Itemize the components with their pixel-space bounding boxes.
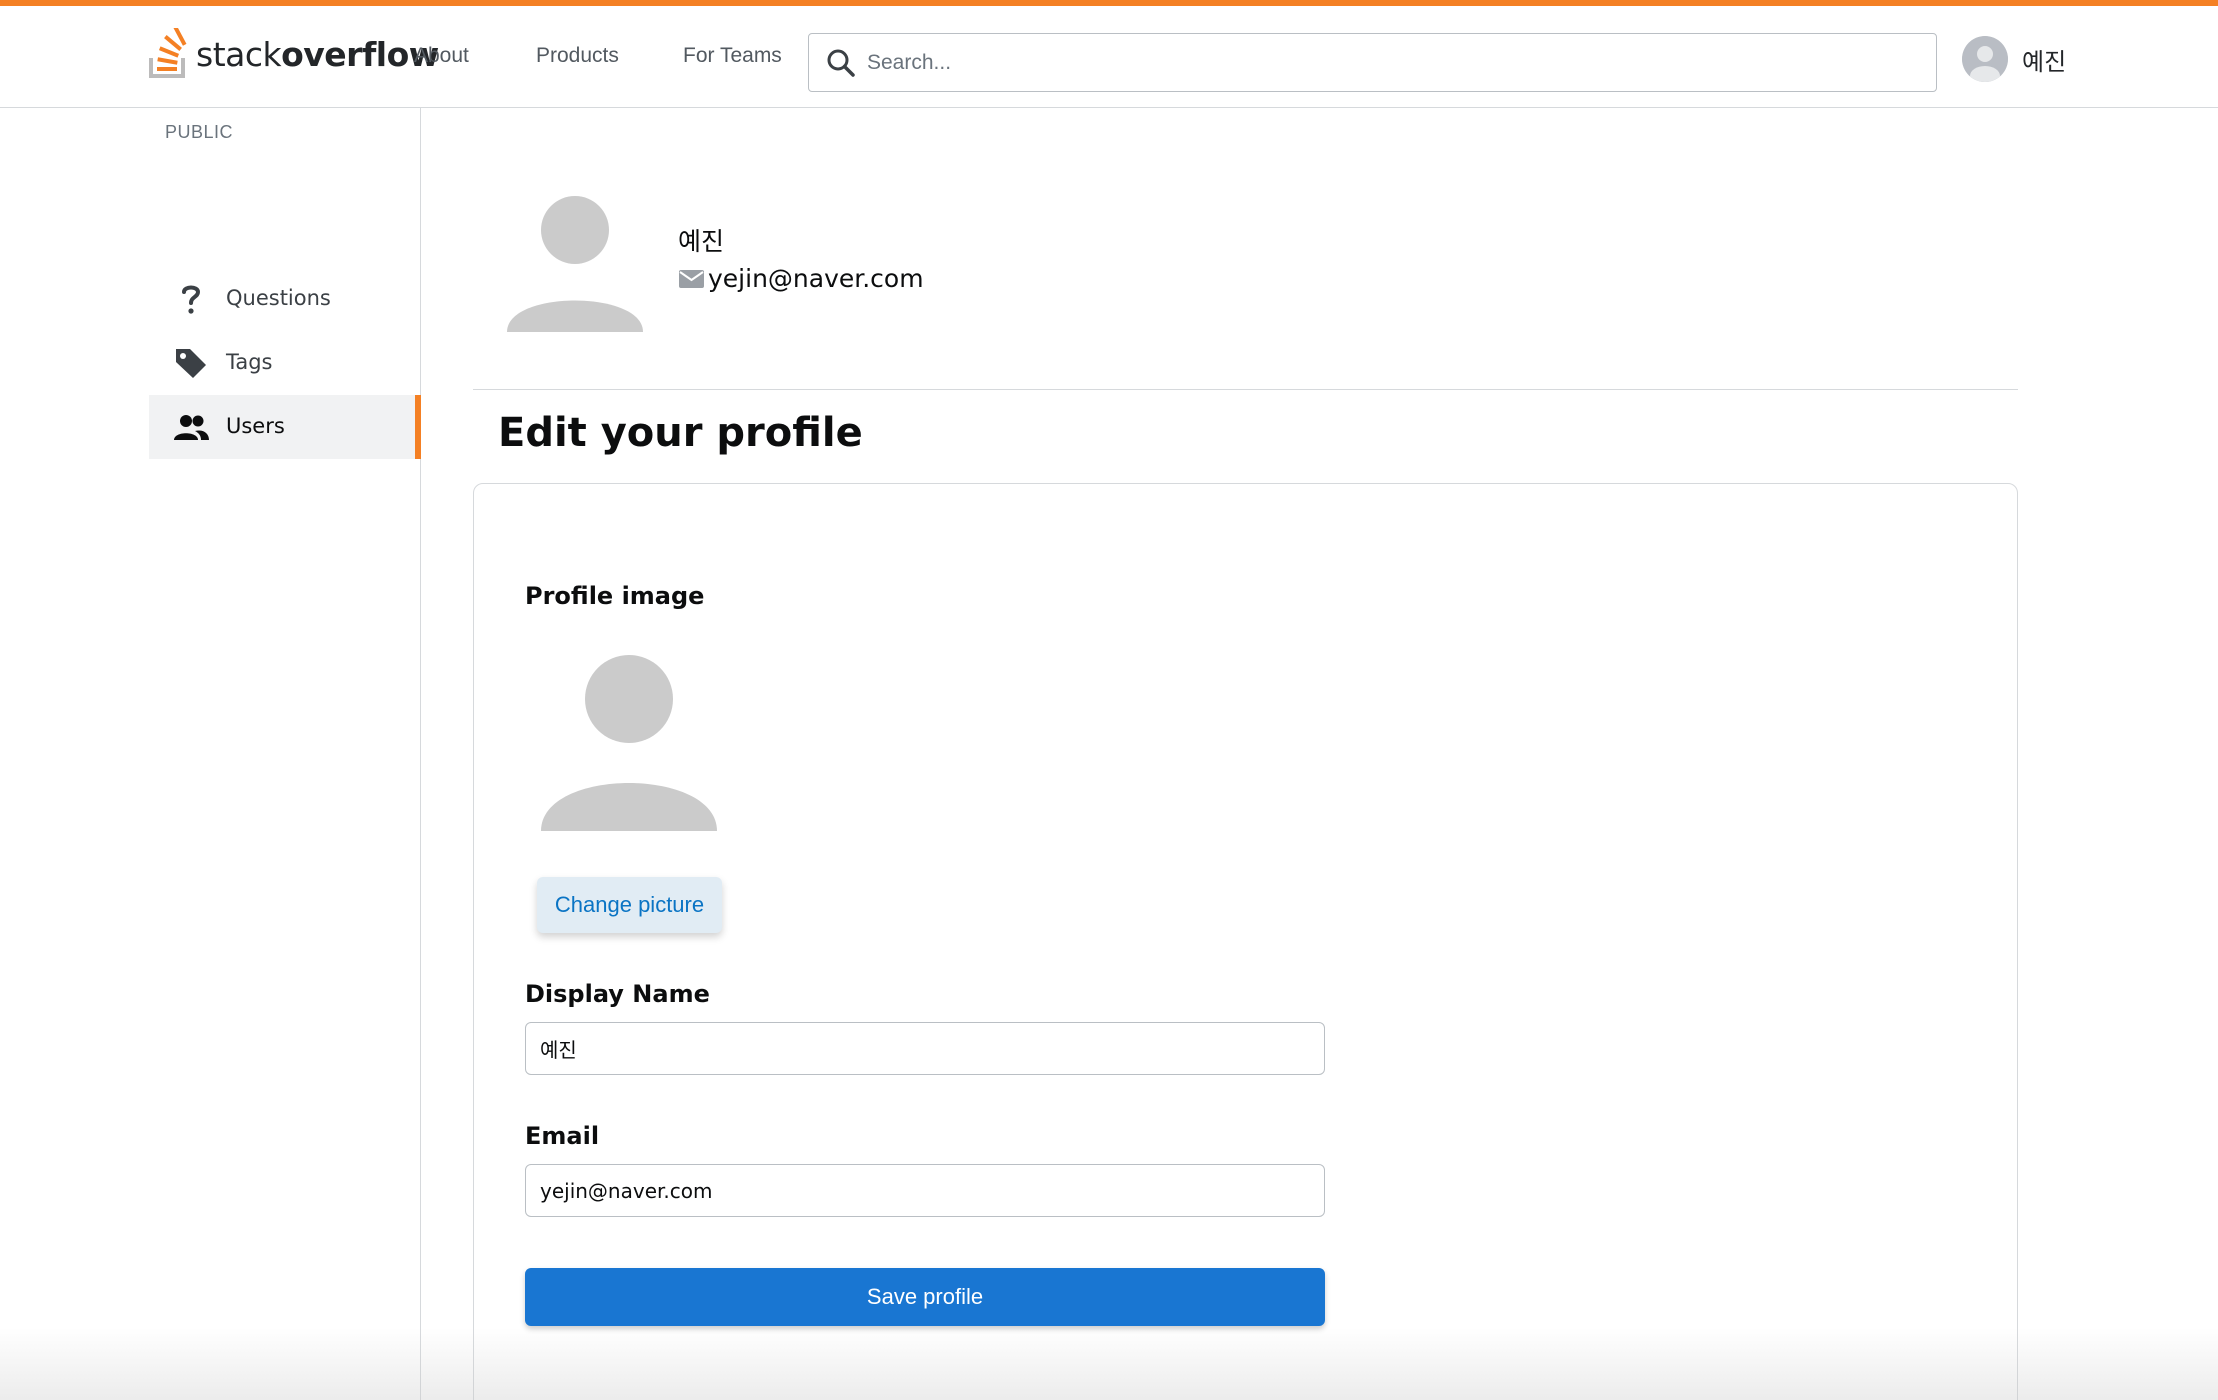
sidebar-heading: PUBLIC xyxy=(165,122,234,142)
change-picture-button[interactable]: Change picture xyxy=(537,877,722,933)
nav-products[interactable]: Products xyxy=(536,44,619,68)
save-profile-button[interactable]: Save profile xyxy=(525,1268,1325,1326)
avatar xyxy=(1962,36,2008,82)
question-icon xyxy=(182,285,201,314)
mail-icon xyxy=(679,269,704,288)
sidebar-item-users[interactable]: Users xyxy=(149,395,421,459)
sidebar-item-label: Tags xyxy=(226,350,273,374)
edit-profile-card xyxy=(473,483,2018,1400)
profile-image-label: Profile image xyxy=(525,582,705,610)
user-avatar-icon xyxy=(1962,36,2008,82)
display-name-label: Display Name xyxy=(525,980,710,1008)
sidebar-item-label: Questions xyxy=(226,286,331,310)
profile-email: yejin@naver.com xyxy=(708,264,924,293)
email-label: Email xyxy=(525,1122,600,1150)
top-bar: stackoverflow About Products For Teams 예… xyxy=(0,0,2218,108)
profile-name: 예진 xyxy=(678,227,725,256)
stackoverflow-logo[interactable]: stackoverflow xyxy=(148,26,439,82)
tag-icon xyxy=(176,349,206,378)
profile-email-row: yejin@naver.com xyxy=(678,264,924,293)
search-icon xyxy=(827,49,855,77)
sidebar-item-tags[interactable]: Tags xyxy=(149,331,421,395)
sidebar-item-questions[interactable]: Questions xyxy=(149,267,421,331)
user-menu[interactable]: 예진 xyxy=(1962,36,2066,82)
email-field[interactable] xyxy=(525,1164,1325,1217)
profile-avatar xyxy=(507,196,643,332)
search-box xyxy=(808,33,1937,92)
stack-logo-icon xyxy=(149,28,187,78)
users-icon xyxy=(174,415,209,440)
nav-about[interactable]: About xyxy=(414,44,469,68)
logo-wordmark: stackoverflow xyxy=(196,34,439,74)
nav-for-teams[interactable]: For Teams xyxy=(683,44,782,68)
profile-image-preview xyxy=(541,655,717,831)
search-input[interactable] xyxy=(867,34,1927,91)
page-title: Edit your profile xyxy=(498,410,863,456)
sidebar-item-label: Users xyxy=(226,414,285,438)
user-name: 예진 xyxy=(2022,47,2067,76)
divider xyxy=(473,389,2018,390)
display-name-field[interactable] xyxy=(525,1022,1325,1075)
left-sidebar: PUBLIC Questions Tags Users xyxy=(0,108,421,1400)
